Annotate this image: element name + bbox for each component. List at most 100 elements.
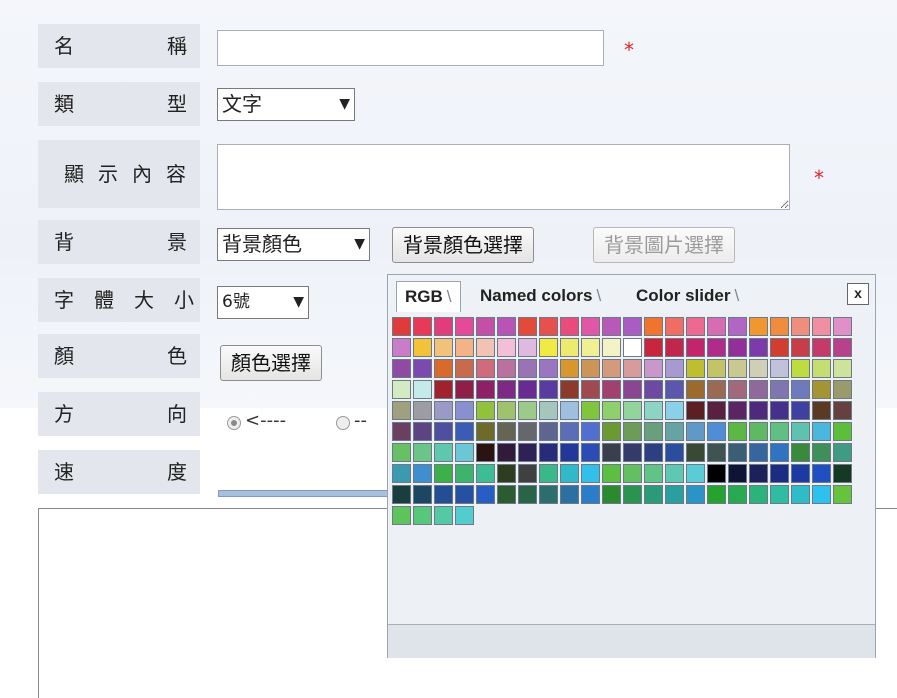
color-swatch[interactable] bbox=[791, 338, 810, 357]
color-swatch[interactable] bbox=[644, 359, 663, 378]
color-swatch[interactable] bbox=[812, 359, 831, 378]
color-swatch[interactable] bbox=[665, 380, 684, 399]
color-swatch[interactable] bbox=[518, 380, 537, 399]
color-swatch[interactable] bbox=[707, 317, 726, 336]
color-swatch[interactable] bbox=[623, 380, 642, 399]
background-image-button[interactable]: 背景圖片選擇 bbox=[593, 227, 735, 263]
color-swatch[interactable] bbox=[392, 401, 411, 420]
color-swatch[interactable] bbox=[392, 380, 411, 399]
color-swatch[interactable] bbox=[791, 317, 810, 336]
color-swatch[interactable] bbox=[497, 380, 516, 399]
color-swatch[interactable] bbox=[497, 401, 516, 420]
color-swatch[interactable] bbox=[833, 317, 852, 336]
tab-named-colors[interactable]: Named colors \ bbox=[472, 281, 609, 311]
color-swatch[interactable] bbox=[686, 464, 705, 483]
color-swatch[interactable] bbox=[644, 380, 663, 399]
color-swatch[interactable] bbox=[791, 422, 810, 441]
color-swatch[interactable] bbox=[749, 338, 768, 357]
color-swatch[interactable] bbox=[812, 317, 831, 336]
color-swatch[interactable] bbox=[623, 338, 642, 357]
color-swatch[interactable] bbox=[539, 485, 558, 504]
color-swatch[interactable] bbox=[476, 359, 495, 378]
color-swatch[interactable] bbox=[602, 464, 621, 483]
color-swatch[interactable] bbox=[707, 380, 726, 399]
color-swatch[interactable] bbox=[728, 422, 747, 441]
color-swatch[interactable] bbox=[791, 443, 810, 462]
color-swatch[interactable] bbox=[707, 338, 726, 357]
color-swatch[interactable] bbox=[434, 401, 453, 420]
color-swatch[interactable] bbox=[497, 317, 516, 336]
color-swatch[interactable] bbox=[812, 401, 831, 420]
color-swatch[interactable] bbox=[812, 464, 831, 483]
color-swatch[interactable] bbox=[413, 359, 432, 378]
color-swatch[interactable] bbox=[644, 338, 663, 357]
color-swatch[interactable] bbox=[770, 401, 789, 420]
color-swatch[interactable] bbox=[434, 338, 453, 357]
color-swatch[interactable] bbox=[392, 506, 411, 525]
color-swatch[interactable] bbox=[476, 422, 495, 441]
color-swatch[interactable] bbox=[539, 443, 558, 462]
color-swatch[interactable] bbox=[434, 506, 453, 525]
color-swatch[interactable] bbox=[392, 443, 411, 462]
color-swatch[interactable] bbox=[497, 464, 516, 483]
color-swatch[interactable] bbox=[749, 401, 768, 420]
color-swatch[interactable] bbox=[602, 422, 621, 441]
color-swatch[interactable] bbox=[728, 443, 747, 462]
color-swatch[interactable] bbox=[665, 464, 684, 483]
color-swatch[interactable] bbox=[686, 443, 705, 462]
color-swatch[interactable] bbox=[665, 422, 684, 441]
color-swatch[interactable] bbox=[707, 359, 726, 378]
color-swatch[interactable] bbox=[413, 422, 432, 441]
color-swatch[interactable] bbox=[665, 401, 684, 420]
color-swatch[interactable] bbox=[791, 464, 810, 483]
color-swatch[interactable] bbox=[665, 485, 684, 504]
color-swatch[interactable] bbox=[392, 359, 411, 378]
color-swatch[interactable] bbox=[560, 317, 579, 336]
color-swatch[interactable] bbox=[581, 359, 600, 378]
color-swatch[interactable] bbox=[791, 485, 810, 504]
color-swatch[interactable] bbox=[476, 485, 495, 504]
color-swatch[interactable] bbox=[833, 443, 852, 462]
color-swatch[interactable] bbox=[518, 464, 537, 483]
background-select[interactable]: 背景顏色 ▼ bbox=[217, 228, 370, 261]
color-swatch[interactable] bbox=[623, 422, 642, 441]
color-swatch[interactable] bbox=[791, 359, 810, 378]
color-swatch[interactable] bbox=[434, 359, 453, 378]
color-swatch[interactable] bbox=[686, 485, 705, 504]
color-swatch[interactable] bbox=[518, 443, 537, 462]
color-swatch[interactable] bbox=[749, 380, 768, 399]
color-swatch[interactable] bbox=[539, 401, 558, 420]
color-swatch[interactable] bbox=[455, 338, 474, 357]
color-swatch[interactable] bbox=[455, 485, 474, 504]
color-swatch[interactable] bbox=[581, 317, 600, 336]
color-swatch[interactable] bbox=[392, 464, 411, 483]
color-swatch[interactable] bbox=[560, 359, 579, 378]
color-swatch[interactable] bbox=[413, 401, 432, 420]
color-swatch[interactable] bbox=[728, 485, 747, 504]
speed-slider[interactable] bbox=[218, 490, 395, 497]
color-swatch[interactable] bbox=[581, 380, 600, 399]
color-swatch[interactable] bbox=[497, 422, 516, 441]
color-swatch[interactable] bbox=[581, 443, 600, 462]
background-color-button[interactable]: 背景顏色選擇 bbox=[392, 227, 534, 263]
color-swatch[interactable] bbox=[392, 422, 411, 441]
color-button[interactable]: 顏色選擇 bbox=[220, 345, 322, 381]
color-swatch[interactable] bbox=[392, 317, 411, 336]
color-swatch[interactable] bbox=[686, 380, 705, 399]
color-swatch[interactable] bbox=[602, 485, 621, 504]
color-swatch[interactable] bbox=[728, 317, 747, 336]
color-swatch[interactable] bbox=[434, 422, 453, 441]
color-swatch[interactable] bbox=[581, 338, 600, 357]
color-swatch[interactable] bbox=[644, 401, 663, 420]
color-swatch[interactable] bbox=[812, 338, 831, 357]
color-swatch[interactable] bbox=[644, 464, 663, 483]
color-swatch[interactable] bbox=[434, 317, 453, 336]
color-swatch[interactable] bbox=[518, 359, 537, 378]
color-swatch[interactable] bbox=[476, 464, 495, 483]
color-swatch[interactable] bbox=[602, 317, 621, 336]
color-swatch[interactable] bbox=[728, 359, 747, 378]
color-swatch[interactable] bbox=[602, 401, 621, 420]
font-size-select[interactable]: 6號 ▼ bbox=[217, 286, 309, 319]
color-swatch[interactable] bbox=[602, 338, 621, 357]
color-swatch[interactable] bbox=[539, 359, 558, 378]
